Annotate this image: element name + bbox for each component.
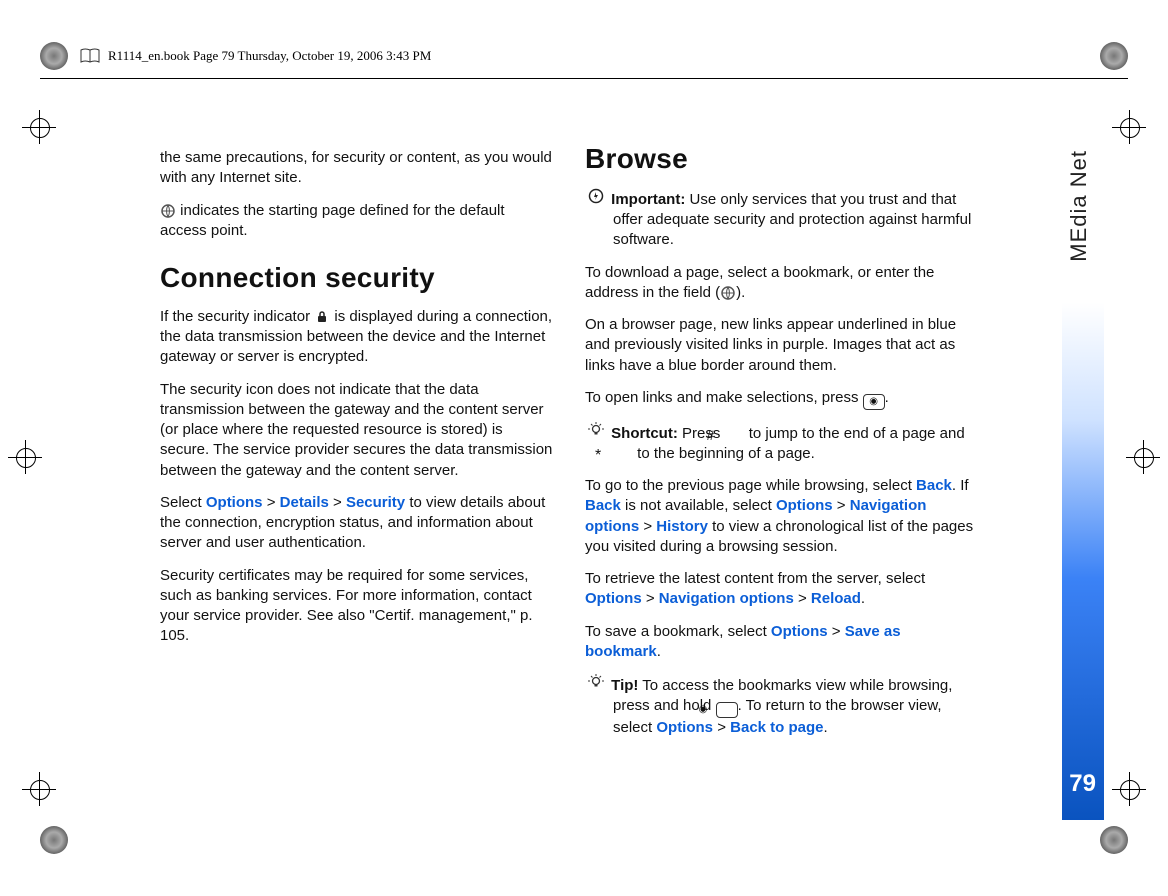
important-label: Important: (611, 191, 685, 208)
globe-icon (160, 203, 176, 219)
shortcut-label: Shortcut: (611, 425, 678, 442)
ui-reload: Reload (811, 590, 861, 607)
tip-icon (585, 674, 607, 696)
ui-nav-options: Navigation options (659, 590, 794, 607)
side-tab-label: MEdia Net (1066, 150, 1100, 262)
tip-label: Tip! (611, 677, 638, 694)
registration-mark-br (1100, 826, 1128, 854)
ui-back-to-page: Back to page (730, 719, 823, 736)
important-icon (585, 188, 607, 210)
para-conn-3: Select Options > Details > Security to v… (160, 493, 555, 554)
ui-history: History (656, 518, 708, 535)
para-save-bookmark: To save a bookmark, select Options > Sav… (585, 622, 980, 663)
para-open: To open links and make selections, press… (585, 388, 980, 410)
ui-options: Options (206, 494, 263, 511)
ui-options: Options (656, 719, 713, 736)
ui-back: Back (585, 497, 621, 514)
center-key-icon: ◉ (863, 394, 885, 410)
crop-mark (22, 110, 56, 144)
star-key-icon: * (613, 449, 633, 463)
ui-options: Options (776, 497, 833, 514)
para-intro: the same precautions, for security or co… (160, 148, 555, 189)
para-reload: To retrieve the latest content from the … (585, 569, 980, 610)
para-tip: Tip! To access the bookmarks view while … (585, 674, 980, 738)
header-rule (40, 78, 1128, 79)
tip-icon (585, 422, 607, 444)
column-right: Browse Important: Use only services that… (585, 140, 980, 750)
para-download: To download a page, select a bookmark, o… (585, 263, 980, 304)
hash-key-icon: # (725, 428, 745, 442)
crop-mark (1112, 110, 1146, 144)
header-text: R1114_en.book Page 79 Thursday, October … (108, 48, 431, 64)
ui-security: Security (346, 494, 405, 511)
para-links: On a browser page, new links appear unde… (585, 315, 980, 376)
page-number: 79 (1069, 770, 1096, 798)
crop-mark (8, 440, 42, 474)
page-body: the same precautions, for security or co… (160, 140, 980, 750)
para-conn-2: The security icon does not indicate that… (160, 380, 555, 481)
registration-mark-bl (40, 826, 68, 854)
para-conn-4: Security certificates may be required fo… (160, 566, 555, 647)
para-important: Important: Use only services that you tr… (585, 188, 980, 251)
header-file-info: R1114_en.book Page 79 Thursday, October … (40, 48, 1128, 64)
center-key-icon: ◉ (716, 702, 738, 718)
lock-icon (314, 309, 330, 325)
book-icon (80, 48, 100, 64)
ui-back: Back (916, 477, 952, 494)
para-start-page: indicates the starting page defined for … (160, 201, 555, 242)
heading-browse: Browse (585, 140, 980, 178)
para-conn-1: If the security indicator is displayed d… (160, 307, 555, 368)
para-shortcut: Shortcut: Press # to jump to the end of … (585, 422, 980, 465)
ui-options: Options (585, 590, 642, 607)
ui-details: Details (280, 494, 329, 511)
heading-connection-security: Connection security (160, 259, 555, 297)
globe-icon (720, 285, 736, 301)
para-previous: To go to the previous page while browsin… (585, 476, 980, 557)
crop-mark (1112, 772, 1146, 806)
column-left: the same precautions, for security or co… (160, 140, 555, 750)
crop-mark (22, 772, 56, 806)
ui-options: Options (771, 623, 828, 640)
crop-mark (1126, 440, 1160, 474)
